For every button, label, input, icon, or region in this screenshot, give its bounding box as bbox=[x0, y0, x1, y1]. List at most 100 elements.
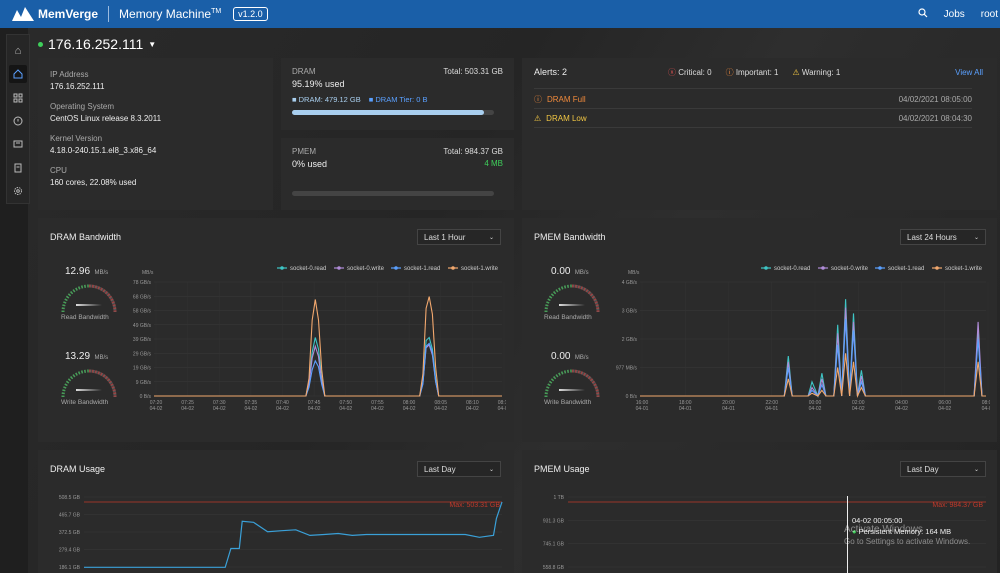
series-line bbox=[640, 307, 986, 398]
y-tick-label: 3 GB/s bbox=[622, 309, 638, 315]
x-tick-label: 04-02 bbox=[308, 406, 321, 412]
y-tick-label: 9 GB/s bbox=[136, 380, 152, 386]
legend-marker bbox=[878, 266, 882, 270]
alert-item[interactable]: ⓘ DRAM Full 04/02/2021 08:05:00 bbox=[534, 90, 972, 109]
read-gauge-label: Read Bandwidth bbox=[544, 314, 592, 321]
legend-marker bbox=[935, 266, 939, 270]
x-tick-label: 04-01 bbox=[765, 406, 778, 412]
series-line bbox=[154, 343, 502, 397]
dram-bandwidth-title: DRAM Bandwidth bbox=[50, 232, 122, 242]
x-tick-label: 04-01 bbox=[679, 406, 692, 412]
x-tick-label: 04-01 bbox=[636, 406, 649, 412]
dram-bandwidth-chart: MB/s0 B/s9 GB/s19 GB/s29 GB/s39 GB/s49 G… bbox=[133, 266, 506, 412]
dram-bandwidth-range-select[interactable]: Last 1 Hour ⌄ bbox=[417, 229, 501, 245]
top-bar: MemVerge Memory MachineTM v1.2.0 Jobs ro… bbox=[0, 0, 1000, 28]
y-tick-label: 558.8 GB bbox=[543, 565, 565, 571]
sidebar-reports-icon[interactable] bbox=[9, 159, 27, 176]
y-axis-unit: MB/s bbox=[628, 270, 640, 276]
host-selector[interactable]: 176.16.252.111 ▼ bbox=[38, 36, 156, 52]
write-gauge-label: Write Bandwidth bbox=[544, 399, 592, 406]
read-gauge-label: Read Bandwidth bbox=[61, 314, 109, 321]
warning-icon: ⚠ bbox=[792, 68, 800, 77]
pmem-label: PMEM bbox=[292, 147, 316, 156]
y-axis-unit: MB/s bbox=[142, 270, 154, 276]
legend-marker bbox=[337, 266, 341, 270]
watermark-subtitle: Go to Settings to activate Windows. bbox=[844, 537, 971, 546]
dram-usage-bar bbox=[292, 110, 494, 115]
series-line bbox=[640, 299, 986, 398]
pmem-bandwidth-title: PMEM Bandwidth bbox=[534, 232, 606, 242]
chevron-down-icon: ⌄ bbox=[488, 234, 494, 241]
legend-marker bbox=[821, 266, 825, 270]
chevron-down-icon: ⌄ bbox=[973, 234, 979, 241]
y-tick-label: 1 TB bbox=[554, 495, 565, 501]
dram-legend: ■ DRAM: 479.12 GB bbox=[292, 95, 361, 104]
critical-count[interactable]: ⓧ Critical: 0 bbox=[668, 67, 712, 78]
legend-marker bbox=[280, 266, 284, 270]
sidebar-alerts-icon[interactable] bbox=[9, 112, 27, 129]
x-tick-label: 04-02 bbox=[339, 406, 352, 412]
x-tick-label: 04-02 bbox=[809, 406, 822, 412]
y-tick-label: 977 MB/s bbox=[616, 366, 638, 372]
search-icon[interactable] bbox=[918, 7, 928, 21]
sidebar-dashboard-icon[interactable] bbox=[9, 89, 27, 106]
host-info-panel: IP Address 176.16.252.111 Operating Syst… bbox=[38, 58, 273, 210]
write-gauge bbox=[544, 369, 600, 398]
x-tick-label: 04-02 bbox=[403, 406, 416, 412]
user-menu[interactable]: root bbox=[981, 9, 998, 20]
pmem-usage-panel: PMEM Usage Last Day ⌄ Max: 984.37 GB 558.… bbox=[522, 450, 997, 573]
jobs-link[interactable]: Jobs bbox=[944, 9, 965, 20]
write-gauge bbox=[61, 369, 117, 398]
y-tick-label: 2 GB/s bbox=[622, 337, 638, 343]
write-gauge-label: Write Bandwidth bbox=[61, 399, 109, 406]
alert-item[interactable]: ⚠ DRAM Low 04/02/2021 08:04:30 bbox=[534, 109, 972, 128]
alert-time: 04/02/2021 08:05:00 bbox=[898, 94, 972, 104]
kernel-value: 4.18.0-240.15.1.el8_3.x86_64 bbox=[50, 146, 157, 155]
brand-name: MemVerge bbox=[38, 7, 99, 21]
sidebar-settings-icon[interactable] bbox=[9, 183, 27, 200]
pmem-free: 4 MB bbox=[484, 159, 503, 168]
y-tick-label: 58 GB/s bbox=[133, 309, 152, 315]
x-tick-label: 04-02 bbox=[982, 406, 990, 412]
important-count[interactable]: ⓘ Important: 1 bbox=[726, 67, 779, 78]
y-tick-label: 745.1 GB bbox=[543, 542, 565, 548]
y-tick-label: 78 GB/s bbox=[133, 280, 152, 286]
legend-label: socket-1.read bbox=[404, 266, 440, 272]
dram-usage-panel: DRAM Usage Last Day ⌄ Max: 503.31 GB 186.… bbox=[38, 450, 514, 573]
sidebar-cluster-icon[interactable]: ⌂ bbox=[9, 42, 27, 59]
read-gauge bbox=[544, 284, 600, 313]
sidebar-memory-icon[interactable] bbox=[9, 136, 27, 153]
y-tick-label: 931.3 GB bbox=[543, 518, 565, 524]
warning-icon: ⚠ bbox=[534, 113, 542, 123]
warning-count[interactable]: ⚠ Warning: 1 bbox=[793, 68, 841, 77]
critical-icon: ⓧ bbox=[668, 68, 676, 77]
pmem-bandwidth-panel: PMEM Bandwidth Last 24 Hours ⌄ 0.00 MB/s … bbox=[522, 218, 997, 442]
legend-label: socket-0.read bbox=[774, 266, 810, 272]
ip-label: IP Address bbox=[50, 70, 89, 79]
x-tick-label: 04-02 bbox=[895, 406, 908, 412]
sidebar: ⌂ bbox=[6, 34, 30, 204]
alert-name: DRAM Low bbox=[546, 113, 587, 123]
x-tick-label: 04-01 bbox=[722, 406, 735, 412]
legend-marker bbox=[394, 266, 398, 270]
dram-bandwidth-panel: DRAM Bandwidth Last 1 Hour ⌄ 12.96 MB/s R… bbox=[38, 218, 514, 442]
watermark-title: Activate Windows bbox=[844, 524, 923, 535]
brand-logo[interactable]: MemVerge bbox=[12, 7, 98, 21]
chevron-down-icon: ⌄ bbox=[973, 466, 979, 473]
memverge-logo-icon bbox=[12, 7, 34, 21]
y-tick-label: 508.5 GB bbox=[59, 495, 81, 501]
x-tick-label: 04-02 bbox=[276, 406, 289, 412]
y-tick-label: 4 GB/s bbox=[622, 280, 638, 286]
pmem-usage-range-select[interactable]: Last Day ⌄ bbox=[900, 461, 986, 477]
view-all-link[interactable]: View All bbox=[955, 68, 983, 77]
y-tick-label: 39 GB/s bbox=[133, 337, 152, 343]
sidebar-home-icon[interactable] bbox=[9, 65, 27, 83]
divider bbox=[108, 6, 110, 22]
dram-usage-range-select[interactable]: Last Day ⌄ bbox=[417, 461, 501, 477]
x-tick-label: 04-02 bbox=[466, 406, 479, 412]
legend-marker bbox=[451, 266, 455, 270]
pmem-bandwidth-range-select[interactable]: Last 24 Hours ⌄ bbox=[900, 229, 986, 245]
important-icon: ⓘ bbox=[725, 68, 734, 77]
pmem-total: Total: 984.37 GB bbox=[443, 147, 503, 156]
series-line bbox=[154, 342, 502, 397]
